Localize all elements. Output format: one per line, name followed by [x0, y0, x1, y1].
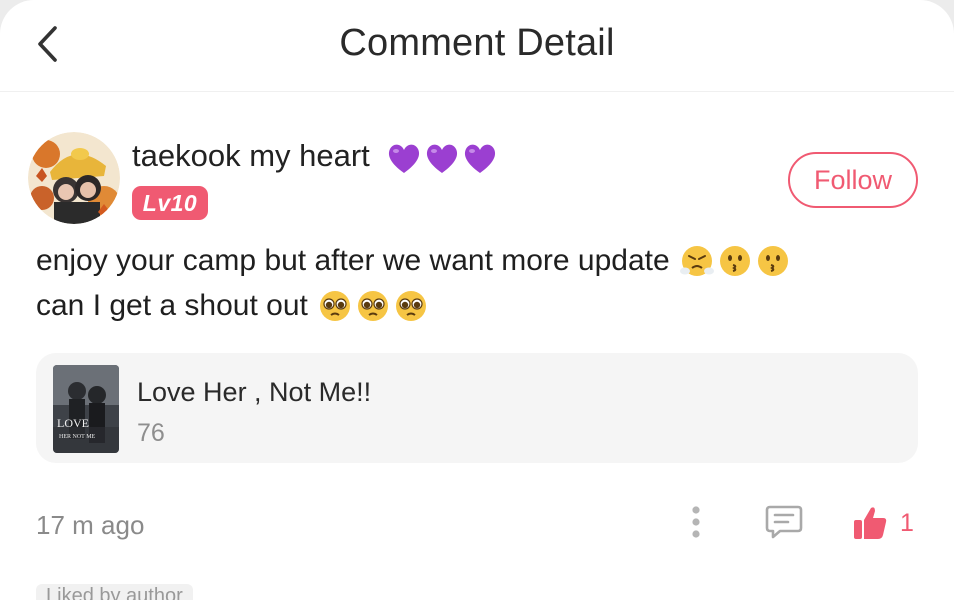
level-badge: Lv10 — [132, 186, 208, 220]
book-card[interactable]: LOVE HER NOT ME Love Her , Not Me!! 76 — [36, 353, 918, 463]
purple-heart-icon — [427, 144, 458, 173]
face-with-steam-emoji-icon — [679, 246, 714, 276]
pleading-face-emoji-icon — [319, 291, 350, 321]
book-cover-text: LOVE — [57, 416, 89, 430]
page-title: Comment Detail — [339, 22, 615, 64]
purple-heart-icon — [389, 144, 420, 173]
comment-icon — [765, 505, 803, 539]
like-button[interactable]: 1 — [852, 502, 922, 544]
book-cover-text: HER NOT ME — [59, 434, 96, 440]
pleading-face-emoji-icon — [395, 291, 426, 321]
comment-text: enjoy your camp but after we want more u… — [36, 244, 670, 277]
avatar[interactable] — [28, 132, 120, 224]
kissing-face-emoji-icon — [757, 246, 788, 276]
more-options-button[interactable] — [678, 504, 714, 540]
comment-text-line-2: can I get a shout out — [36, 289, 428, 323]
kissing-face-emoji-icon — [719, 246, 750, 276]
book-cover: LOVE HER NOT ME — [53, 365, 119, 453]
more-vertical-icon — [692, 506, 700, 538]
follow-button[interactable]: Follow — [788, 152, 918, 208]
book-count: 76 — [137, 419, 165, 447]
comment-timestamp: 17 m ago — [36, 510, 145, 540]
comment-detail-page: Comment Detail taekook my heart Lv10 Fol… — [0, 0, 954, 600]
comment-text: can I get a shout out — [36, 289, 308, 322]
username-text: taekook my heart — [132, 138, 370, 173]
like-count: 1 — [900, 508, 914, 537]
comment-text-line-1: enjoy your camp but after we want more u… — [36, 244, 790, 278]
thumbs-up-icon — [854, 507, 887, 539]
book-title: Love Her , Not Me!! — [137, 377, 372, 407]
purple-heart-emojis — [386, 141, 498, 175]
username[interactable]: taekook my heart — [132, 138, 498, 175]
purple-heart-icon — [465, 144, 496, 173]
reply-button[interactable] — [762, 502, 806, 542]
liked-by-author-badge: Liked by author — [36, 584, 193, 600]
header: Comment Detail — [0, 0, 954, 92]
pleading-face-emoji-icon — [357, 291, 388, 321]
